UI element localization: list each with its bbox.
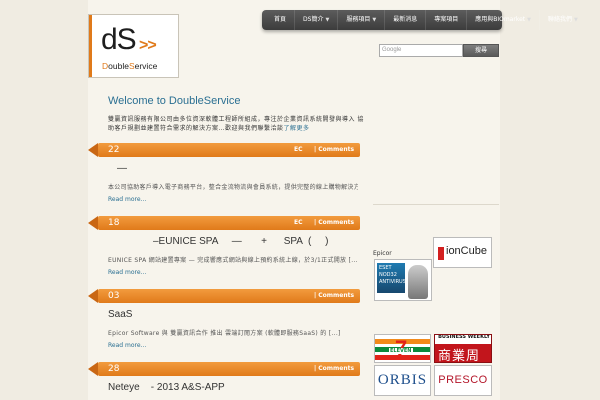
chevron-down-icon: ▼ <box>325 17 330 23</box>
business-weekly-logo[interactable]: BUSINESS WEEKLY 商業周刊 <box>434 334 492 363</box>
read-more-link[interactable]: Read more... <box>108 196 146 203</box>
site-logo[interactable]: dS >> DoubleService <box>88 14 179 78</box>
logo-mark: dS <box>101 23 137 56</box>
post-excerpt: 本公司協助客戶導入電子商務平台，整合金流物流與會員系統，提供完整的線上購物解決方… <box>108 184 358 191</box>
page-title: Welcome to DoubleService <box>108 95 241 107</box>
post-comments-link[interactable]: | Comments <box>314 362 354 376</box>
read-more-link[interactable]: Read more... <box>108 269 146 276</box>
business-weekly-zh: 商業周刊 <box>438 349 481 363</box>
seven-eleven-logo[interactable]: 7 ELEVEN <box>374 334 431 363</box>
post-ribbon: 28 | Comments <box>88 362 360 376</box>
post-category[interactable]: EC <box>294 143 303 157</box>
business-weekly-en: BUSINESS WEEKLY <box>435 335 491 344</box>
ioncube-wordmark: ionCube <box>446 245 487 257</box>
post-date: 18 <box>108 218 120 228</box>
nav-item-home[interactable]: 首頁 <box>266 10 296 30</box>
ioncube-logo[interactable]: ionCube <box>433 237 492 268</box>
chevron-down-icon: ▼ <box>372 17 377 23</box>
search-input[interactable]: Google <box>379 44 463 57</box>
post-date: 28 <box>108 364 120 374</box>
nav-item-services[interactable]: 服務項目 ▼ <box>338 10 386 30</box>
orbis-logo[interactable]: ORBIS <box>374 365 431 396</box>
intro-link[interactable]: 了解更多 <box>284 125 310 132</box>
main-nav: 首頁 DS簡介 ▼ 服務項目 ▼ 最新消息 專案項目 應用與BIOmarket ▼ 聯… <box>262 10 578 30</box>
post-excerpt: Epicor Software 與 雙贏資訊合作 推出 雲端訂閱方案 (軟體即服… <box>108 330 341 337</box>
post-title[interactable]: Neteye - 2013 A&S-APP <box>108 382 225 393</box>
nav-item-news[interactable]: 最新消息 <box>385 10 427 30</box>
epicor-label[interactable]: Epicor <box>373 250 392 257</box>
nav-item-contact[interactable]: 聯絡我們 ▼ <box>540 10 586 30</box>
logo-stripe <box>89 15 92 77</box>
intro-text: 雙贏資訊服務有限公司由多位資深軟體工程師所組成，專注於企業資訊系統開發與導入 協… <box>108 116 364 132</box>
post-excerpt: EUNICE SPA 網站建置專案 — 完成響應式網站與線上預約系統上線，於3/… <box>108 257 358 264</box>
post-title[interactable]: SaaS <box>108 309 132 320</box>
eset-nod32-logo[interactable]: ESET NOD32 ANTIVIRUS <box>374 259 432 301</box>
post-title[interactable]: — <box>117 163 127 174</box>
seven-eleven-word: ELEVEN <box>389 348 413 354</box>
logo-arrows: >> <box>139 37 157 54</box>
nav-item-projects[interactable]: 專案項目 <box>426 10 468 30</box>
post-comments-link[interactable]: | Comments <box>314 216 354 230</box>
post-date: 22 <box>108 145 120 155</box>
chevron-down-icon: ▼ <box>574 17 578 23</box>
post-title[interactable]: –EUNICE SPA — + SPA ( ) <box>153 236 329 247</box>
post-date: 03 <box>108 291 120 301</box>
post-category[interactable]: EC <box>294 216 303 230</box>
chevron-down-icon: ▼ <box>527 17 531 23</box>
sidebar-divider <box>373 204 499 205</box>
eset-figure-icon <box>408 265 428 299</box>
logo-wordmark: DoubleService <box>102 61 158 71</box>
post-comments-link[interactable]: | Comments <box>314 289 354 303</box>
post-ribbon: 18 EC | Comments <box>88 216 360 230</box>
post-comments-link[interactable]: | Comments <box>314 143 354 157</box>
ioncube-mark-icon <box>438 247 444 260</box>
post-ribbon: 03 | Comments <box>88 289 360 303</box>
presco-logo[interactable]: PRESCO <box>434 365 492 396</box>
eset-badge: ESET NOD32 ANTIVIRUS <box>377 263 406 293</box>
post-ribbon: 22 EC | Comments <box>88 143 360 157</box>
nav-item-about[interactable]: DS簡介 ▼ <box>295 10 339 30</box>
nav-item-biomarket[interactable]: 應用與BIOmarket ▼ <box>467 10 540 30</box>
read-more-link[interactable]: Read more... <box>108 342 146 349</box>
search-button[interactable]: 搜尋 <box>463 44 499 57</box>
